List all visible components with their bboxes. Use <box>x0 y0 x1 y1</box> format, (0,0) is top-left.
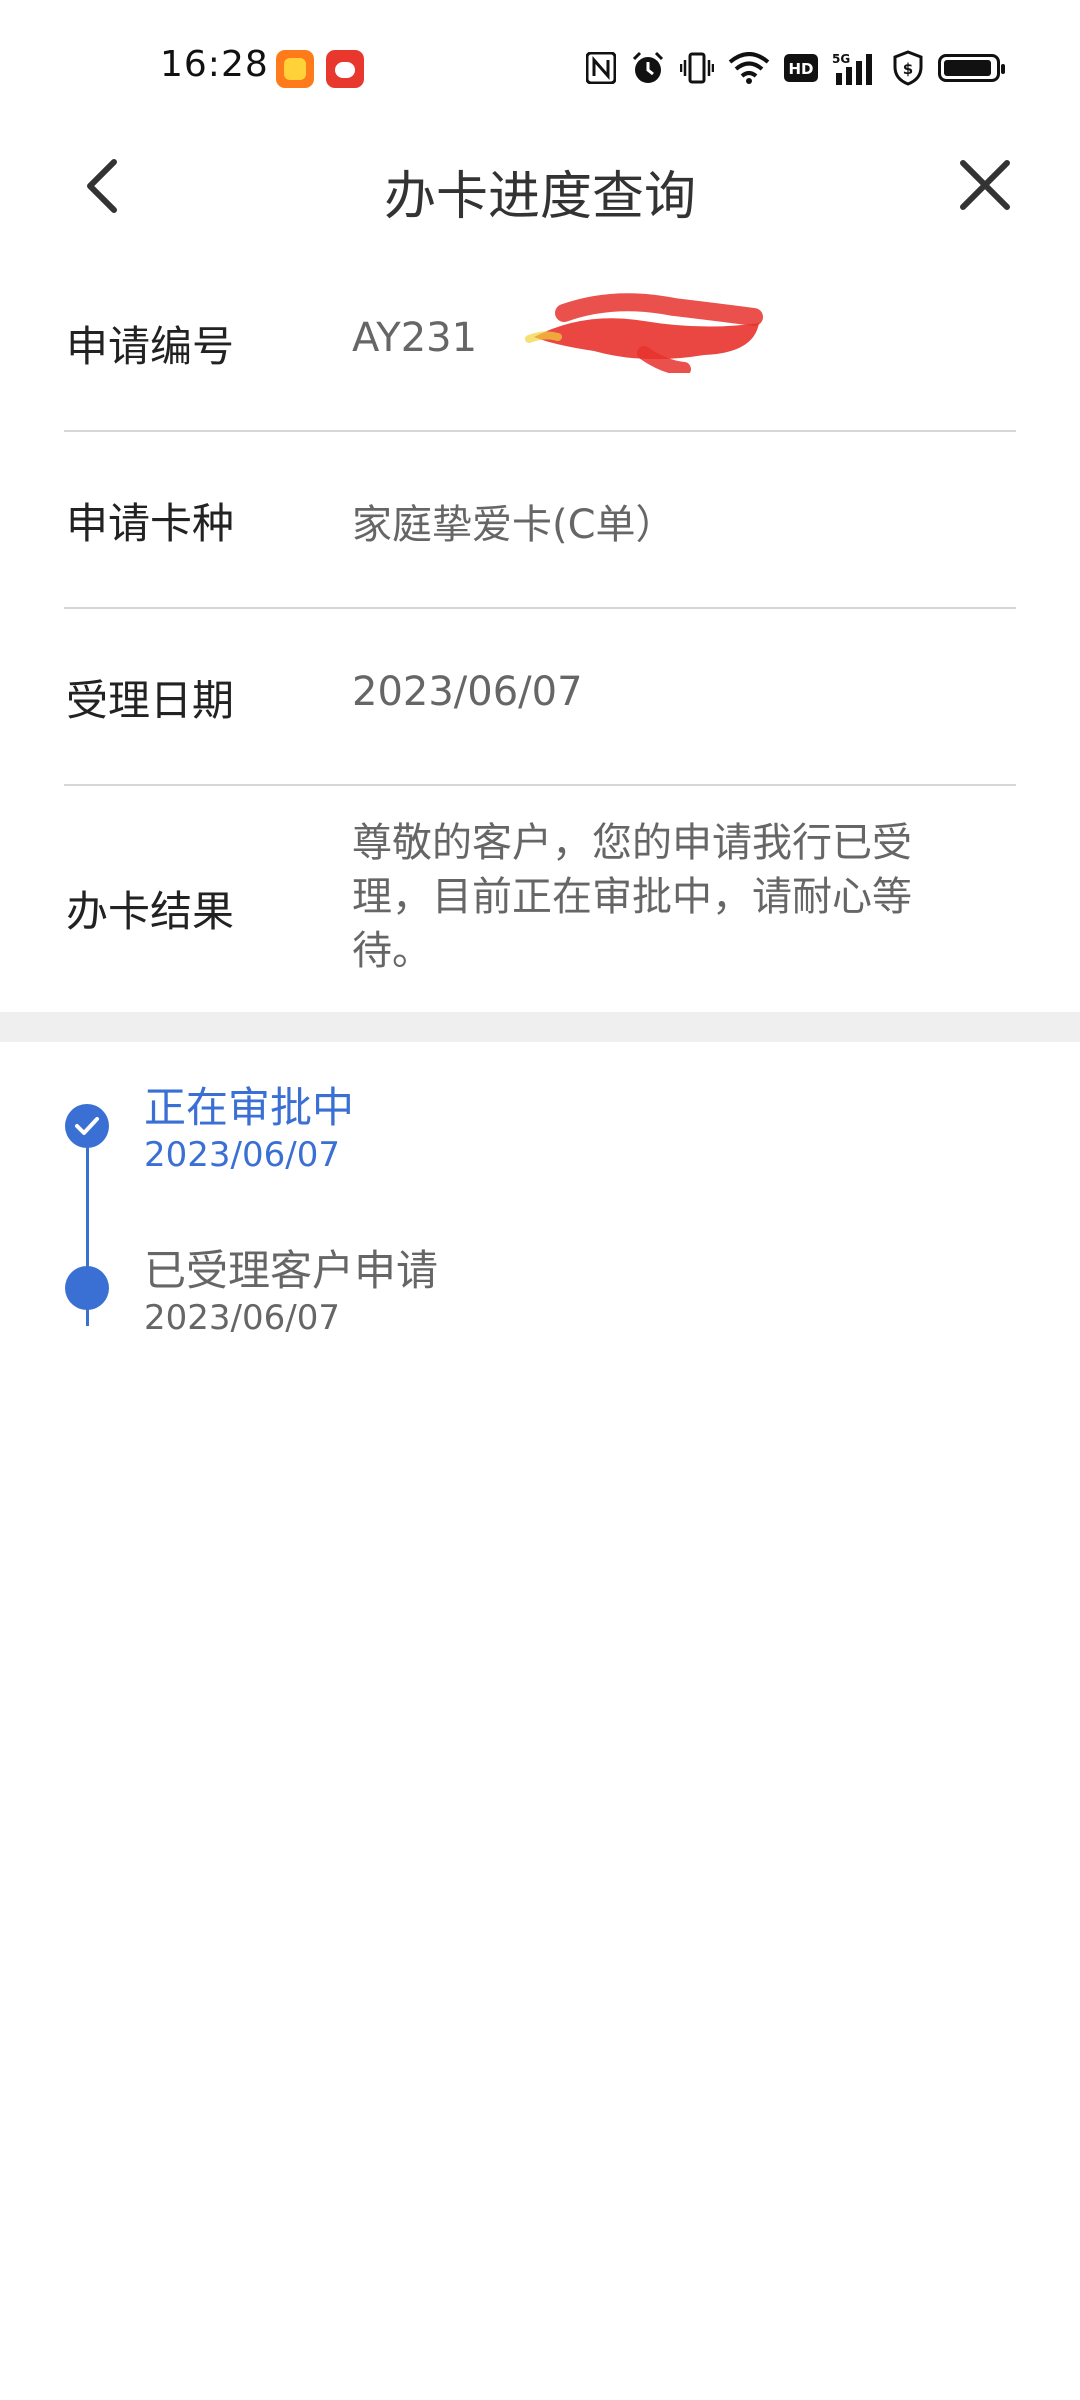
redaction-scribble <box>525 293 763 373</box>
progress-timeline: 正在审批中 2023/06/07 已受理客户申请 2023/06/07 <box>0 1042 1080 1362</box>
status-bar: 16:28 HD 5G $ <box>0 0 1080 120</box>
timeline-step-title: 已受理客户申请 <box>144 1246 439 1295</box>
close-button[interactable] <box>950 150 1020 220</box>
check-circle-icon <box>65 1104 109 1148</box>
accept-date-label: 受理日期 <box>66 676 235 725</box>
vibrate-icon <box>680 52 714 84</box>
close-icon <box>960 160 1010 210</box>
top-navigation-bar: 办卡进度查询 <box>0 120 1080 250</box>
5g-signal-icon: 5G <box>832 52 872 85</box>
wifi-icon <box>728 52 770 84</box>
svg-text:5G: 5G <box>832 52 850 66</box>
svg-text:$: $ <box>903 60 913 78</box>
application-number-value: AY231 <box>352 315 478 361</box>
card-type-value: 家庭挚爱卡(C单） <box>352 502 676 548</box>
application-result-row: 办卡结果 尊敬的客户，您的申请我行已受理，目前正在审批中，请耐心等待。 <box>64 786 1016 1001</box>
dot-icon <box>65 1266 109 1310</box>
timeline-step-title: 正在审批中 <box>144 1083 355 1132</box>
application-result-label: 办卡结果 <box>66 887 235 936</box>
accept-date-value: 2023/06/07 <box>352 669 583 715</box>
alarm-icon <box>632 51 664 83</box>
hd-icon: HD <box>784 54 818 82</box>
application-number-row: 申请编号 AY231 <box>64 255 1016 432</box>
page-title: 办卡进度查询 <box>383 167 696 227</box>
timeline-step-date: 2023/06/07 <box>144 1135 340 1175</box>
card-type-row: 申请卡种 家庭挚爱卡(C单） <box>64 432 1016 609</box>
status-time: 16:28 <box>160 44 269 85</box>
nfc-icon <box>586 52 616 84</box>
section-separator <box>0 1012 1080 1042</box>
accept-date-row: 受理日期 2023/06/07 <box>64 609 1016 786</box>
pinduoduo-app-icon <box>326 50 364 88</box>
timeline-step-date: 2023/06/07 <box>144 1298 340 1338</box>
application-number-label: 申请编号 <box>66 322 235 371</box>
svg-text:HD: HD <box>788 60 813 78</box>
battery-icon <box>938 54 1005 82</box>
card-type-label: 申请卡种 <box>66 499 235 548</box>
shield-icon: $ <box>893 50 923 86</box>
application-info: 申请编号 AY231 申请卡种 家庭挚爱卡(C单） 受理日期 2023/06/0… <box>64 255 1016 1001</box>
status-icons: HD 5G $ <box>586 46 1005 90</box>
taobao-app-icon <box>276 50 314 88</box>
application-result-value: 尊敬的客户，您的申请我行已受理，目前正在审批中，请耐心等待。 <box>352 820 912 974</box>
